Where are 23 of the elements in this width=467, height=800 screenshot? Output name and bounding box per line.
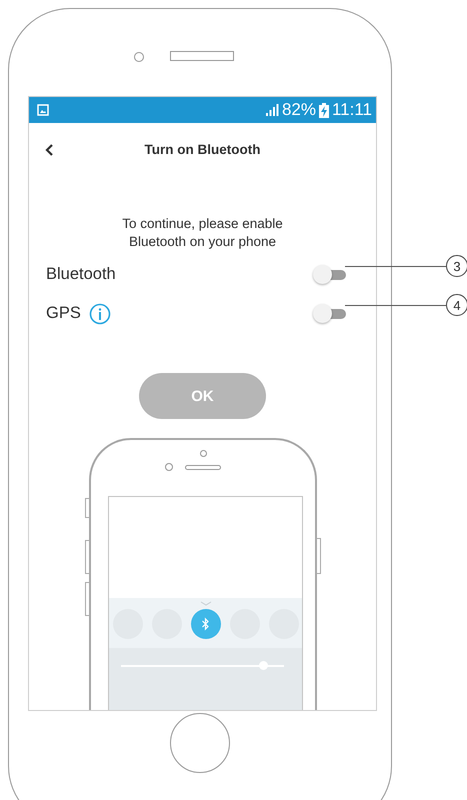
signal-icon [264, 104, 279, 116]
clock-time: 11:11 [332, 100, 372, 120]
camera-icon [134, 52, 144, 62]
speaker-icon [185, 464, 221, 470]
camera-icon [200, 450, 206, 457]
home-button[interactable] [170, 713, 230, 773]
camera-icon [165, 463, 173, 471]
setting-label: Bluetooth [46, 265, 116, 284]
callout-number: 4 [446, 294, 467, 316]
battery-percent: 82% [282, 100, 316, 120]
slider-thumb[interactable] [258, 661, 268, 670]
battery-charging-icon [318, 102, 329, 118]
toggle-switch[interactable] [313, 264, 346, 284]
screen-title: Turn on Bluetooth [144, 142, 260, 156]
chevron-icon [200, 601, 212, 606]
callout-number: 3 [446, 255, 467, 277]
instruction-text: To continue, please enable Bluetooth on your phone [121, 215, 284, 251]
image-icon [37, 104, 49, 116]
toggle-switch[interactable] [313, 304, 346, 324]
info-icon[interactable] [88, 302, 111, 324]
speaker-icon [170, 51, 234, 61]
bluetooth-icon [201, 617, 210, 631]
setting-label: GPS [46, 304, 81, 323]
